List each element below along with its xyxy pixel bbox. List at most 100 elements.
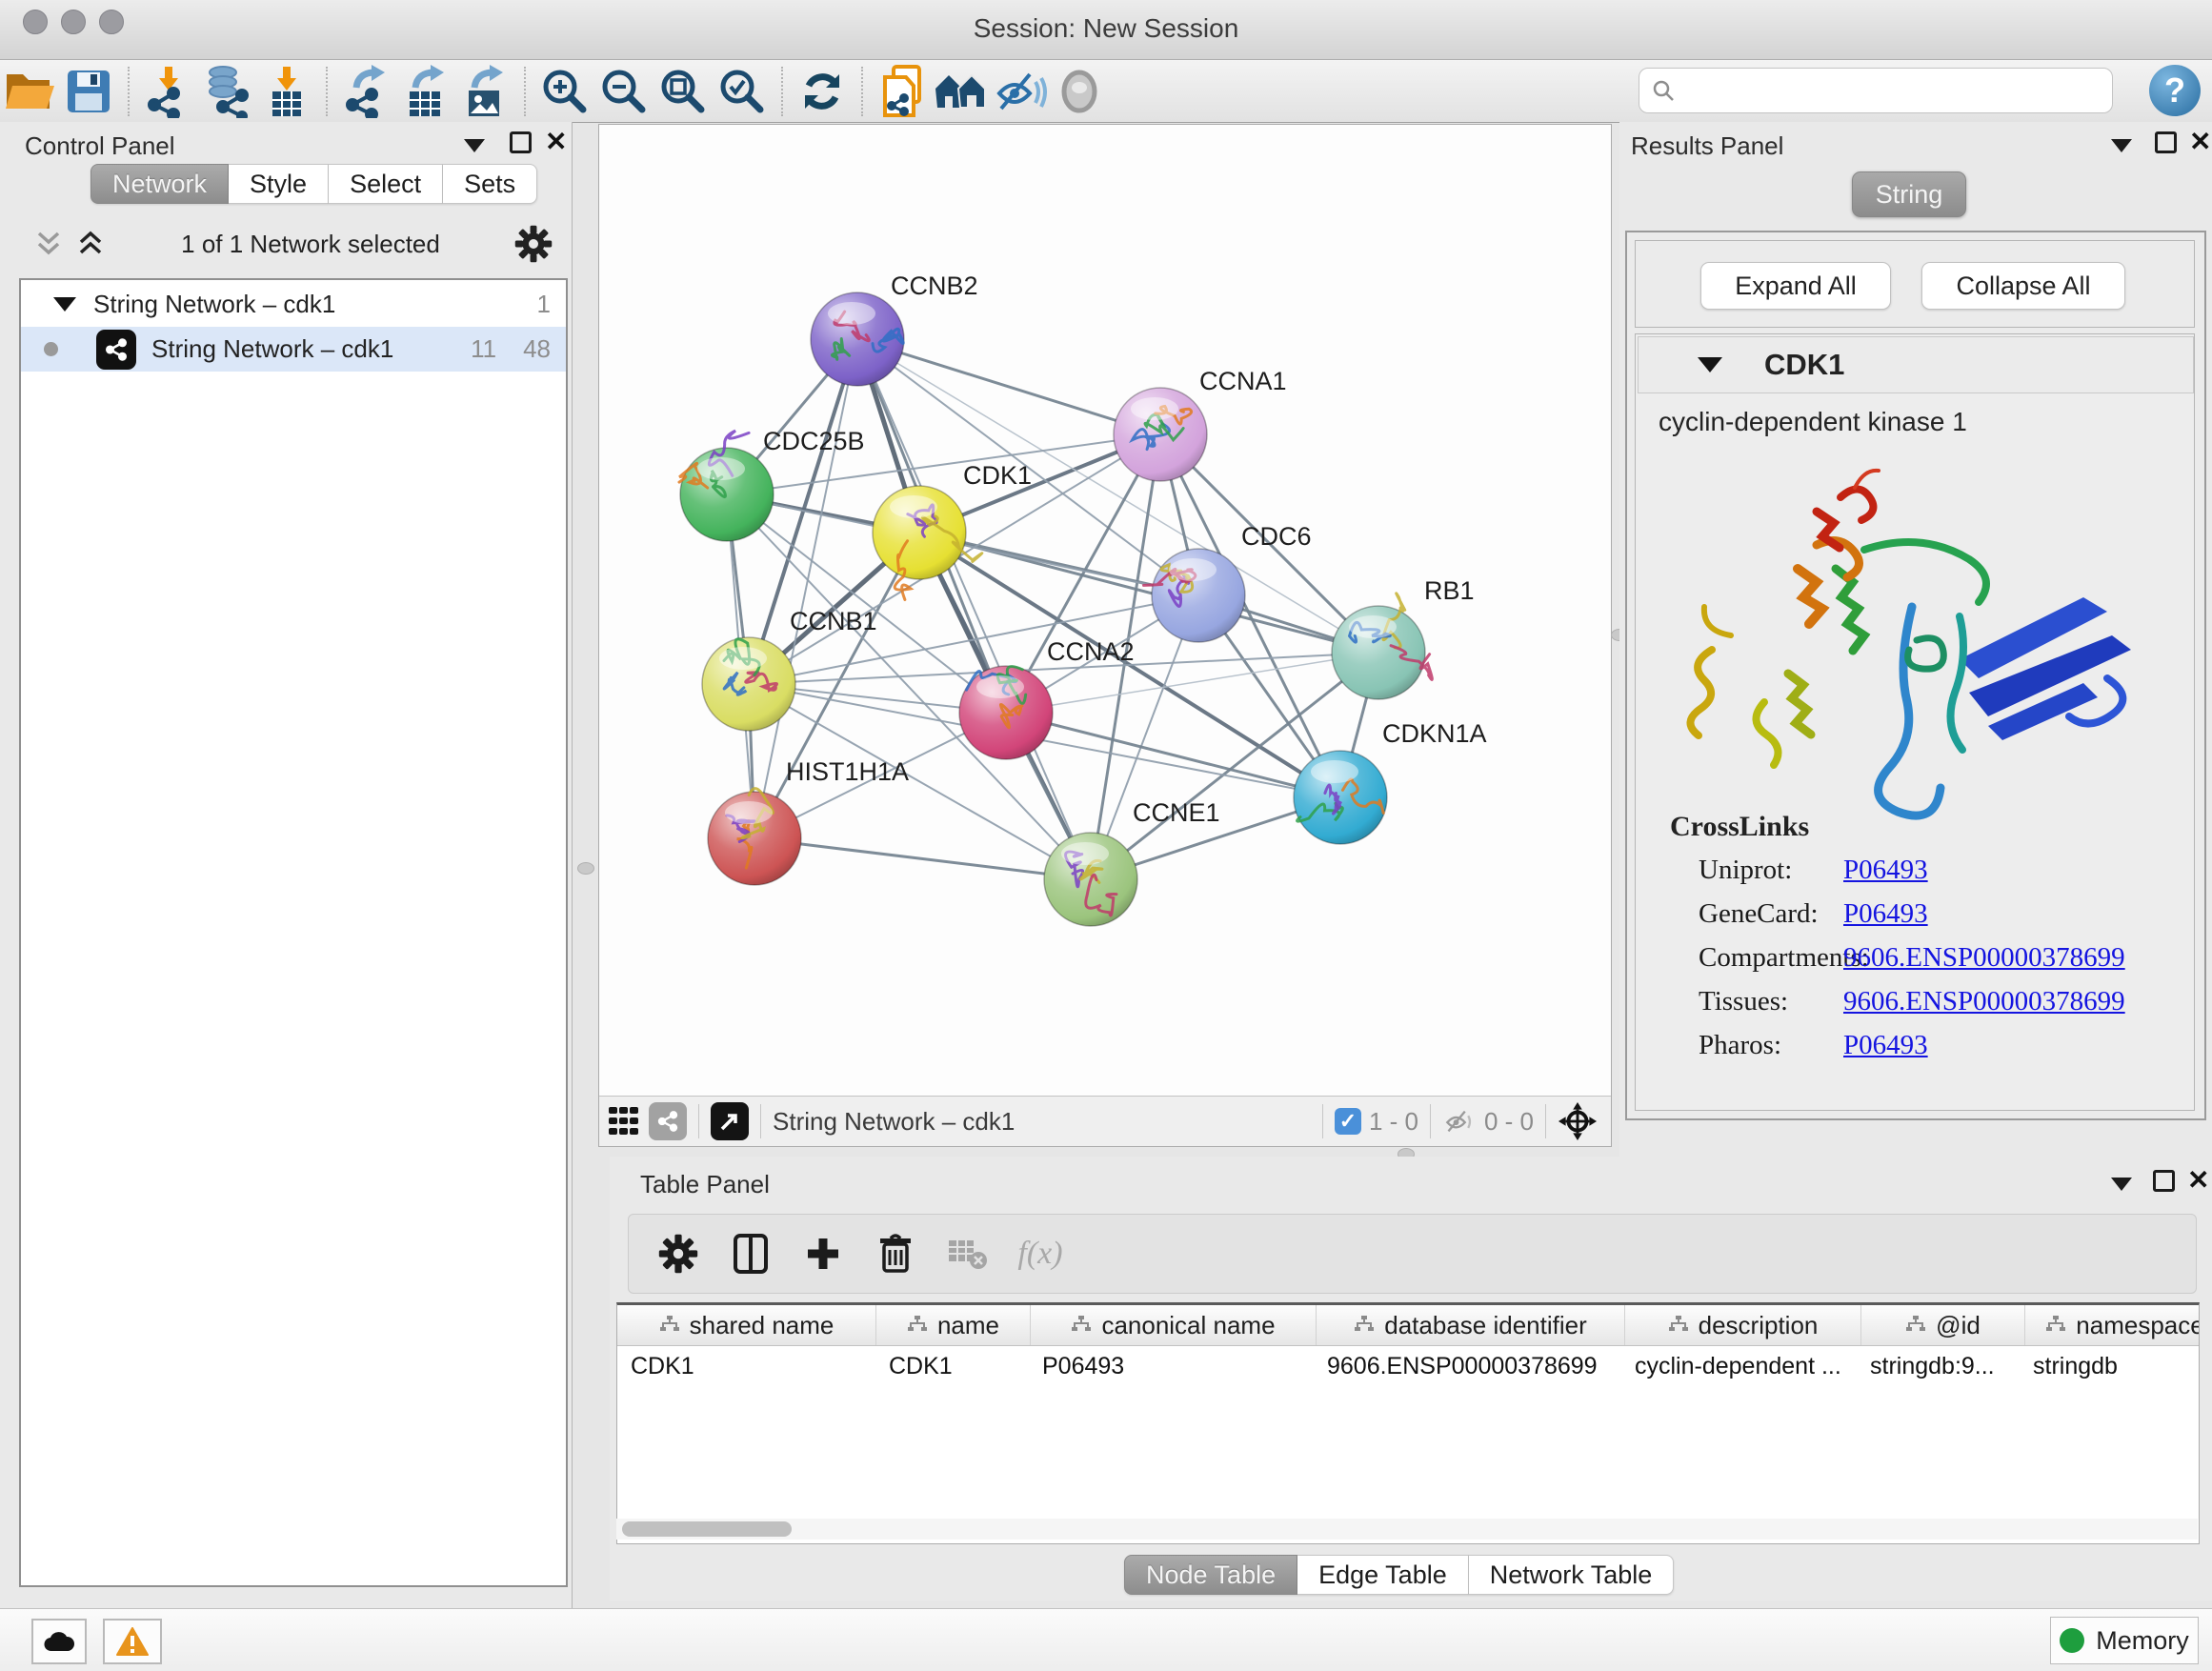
control-panel-close-icon[interactable]: ✕ (545, 130, 567, 154)
open-in-new-window-icon[interactable] (711, 1102, 749, 1140)
memory-button[interactable]: Memory (2050, 1617, 2199, 1664)
node-entry-header[interactable]: CDK1 (1638, 336, 2194, 393)
network-node-RB1[interactable]: RB1 (1332, 576, 1475, 699)
network-canvas[interactable]: CCNB2CCNA1CDC25BCDK1CDC6RB1CCNB1CCNA2CDK… (599, 125, 1609, 1095)
search-input[interactable] (1676, 70, 2112, 111)
network-node-CCNB1[interactable]: CCNB1 (702, 607, 877, 731)
zoom-selected-icon[interactable] (713, 65, 772, 118)
crosslink-link[interactable]: P06493 (1843, 898, 1928, 930)
selected-nodes-checkbox-icon[interactable]: ✓ (1335, 1108, 1361, 1135)
network-node-CCNE1[interactable]: CCNE1 (1044, 798, 1220, 926)
tree-expander-icon[interactable] (53, 297, 76, 312)
cell-id[interactable]: stringdb:9... (1857, 1346, 2020, 1386)
network-node-count: 11 (471, 334, 496, 364)
entry-collapse-caret-icon[interactable] (1698, 357, 1722, 372)
zoom-fit-content-icon[interactable] (654, 65, 713, 118)
entry-description: cyclin-dependent kinase 1 (1659, 407, 1967, 437)
collapse-all-button[interactable]: Collapse All (1921, 262, 2125, 310)
column-header-id[interactable]: @id (1861, 1305, 2025, 1345)
table-panel-float-icon[interactable] (2153, 1170, 2175, 1192)
results-panel-title: Results Panel (1631, 131, 1783, 161)
toolbar-separator (524, 67, 526, 116)
column-header-name[interactable]: name (876, 1305, 1031, 1345)
table-row[interactable]: CDK1 CDK1 P06493 9606.ENSP00000378699 cy… (617, 1346, 2199, 1386)
tab-edge-table[interactable]: Edge Table (1297, 1555, 1469, 1595)
tab-node-table[interactable]: Node Table (1124, 1555, 1297, 1595)
control-panel-float-icon[interactable] (510, 131, 532, 153)
cell-namespace[interactable]: stringdb (2020, 1346, 2200, 1386)
column-header-description[interactable]: description (1625, 1305, 1861, 1345)
results-panel-float-icon[interactable] (2155, 131, 2177, 153)
table-horizontal-scrollbar[interactable] (616, 1519, 2198, 1540)
table-panel-menu-caret-icon[interactable] (2111, 1178, 2132, 1191)
show-hide-graphics-details-icon[interactable] (932, 65, 991, 118)
cell-shared-name[interactable]: CDK1 (617, 1346, 875, 1386)
export-image-icon[interactable] (455, 65, 514, 118)
left-splitter-handle[interactable] (577, 862, 594, 875)
table-tabs: Node Table Edge Table Network Table (1124, 1555, 1674, 1595)
control-panel-tabs: Network Style Select Sets (90, 164, 537, 204)
crosslink-link[interactable]: 9606.ENSP00000378699 (1843, 986, 2125, 1017)
refresh-icon[interactable] (793, 65, 852, 118)
results-buttons-box: Expand All Collapse All (1635, 240, 2195, 328)
collapse-all-chevron-icon[interactable] (32, 230, 65, 258)
cell-description[interactable]: cyclin-dependent ... (1621, 1346, 1857, 1386)
zoom-out-icon[interactable] (594, 65, 654, 118)
network-birdseye-icon[interactable] (649, 1102, 687, 1140)
results-panel-menu-caret-icon[interactable] (2111, 139, 2132, 152)
results-panel-close-icon[interactable]: ✕ (2189, 130, 2211, 154)
table-panel-close-icon[interactable]: ✕ (2187, 1168, 2209, 1193)
warnings-button[interactable] (103, 1619, 162, 1664)
network-node-CDC25B[interactable]: CDC25B (679, 427, 865, 541)
import-table-from-file-icon[interactable] (257, 65, 316, 118)
tab-style[interactable]: Style (229, 164, 329, 204)
view-grid-icon[interactable] (599, 1095, 649, 1148)
zoom-in-icon[interactable] (535, 65, 594, 118)
string-results-container: Expand All Collapse All CDK1 cyclin-depe… (1625, 231, 2206, 1120)
crosslink-link[interactable]: P06493 (1843, 855, 1928, 886)
column-header-namespace[interactable]: namespace (2025, 1305, 2200, 1345)
column-header-canonical-name[interactable]: canonical name (1031, 1305, 1317, 1345)
expand-all-button[interactable]: Expand All (1700, 262, 1891, 310)
delete-column-icon[interactable] (859, 1227, 932, 1280)
open-session-icon[interactable] (0, 65, 59, 118)
control-panel-menu-caret-icon[interactable] (464, 139, 485, 152)
crosslink-link[interactable]: P06493 (1843, 1030, 1928, 1061)
show-columns-icon[interactable] (714, 1227, 787, 1280)
crosslink-link[interactable]: 9606.ENSP00000378699 (1843, 942, 2125, 974)
cell-canonical-name[interactable]: P06493 (1029, 1346, 1314, 1386)
tab-sets[interactable]: Sets (443, 164, 537, 204)
cloud-status-button[interactable] (31, 1619, 87, 1664)
window-title: Session: New Session (0, 13, 2212, 44)
hide-panel-eye-icon[interactable] (991, 65, 1050, 118)
add-column-icon[interactable] (787, 1227, 859, 1280)
cell-database-identifier[interactable]: 9606.ENSP00000378699 (1314, 1346, 1621, 1386)
tab-select[interactable]: Select (329, 164, 443, 204)
scrollbar-thumb[interactable] (622, 1521, 792, 1537)
expand-all-chevron-icon[interactable] (74, 230, 107, 258)
tab-string[interactable]: String (1852, 171, 1966, 217)
network-options-gear-icon[interactable] (514, 225, 553, 263)
toolbar-separator (128, 67, 130, 116)
network-node-CCNA1[interactable]: CCNA1 (1114, 367, 1287, 481)
save-session-icon[interactable] (59, 65, 118, 118)
export-network-icon[interactable] (337, 65, 396, 118)
network-node-CDKN1A[interactable]: CDKN1A (1294, 719, 1487, 844)
cell-name[interactable]: CDK1 (875, 1346, 1029, 1386)
network-collection-row[interactable]: String Network – cdk1 1 (21, 282, 566, 327)
table-options-gear-icon[interactable] (642, 1227, 714, 1280)
pan-crosshair-icon[interactable] (1558, 1101, 1598, 1141)
network-row-selected[interactable]: String Network – cdk1 11 48 (21, 327, 566, 372)
network-node-HIST1H1A[interactable]: HIST1H1A (708, 757, 909, 885)
import-network-from-database-icon[interactable] (198, 65, 257, 118)
search-field[interactable] (1639, 68, 2113, 113)
column-header-database-identifier[interactable]: database identifier (1317, 1305, 1625, 1345)
import-network-from-file-icon[interactable] (139, 65, 198, 118)
tab-network-table[interactable]: Network Table (1469, 1555, 1675, 1595)
tab-network[interactable]: Network (90, 164, 229, 204)
help-icon[interactable]: ? (2149, 65, 2201, 116)
export-table-icon[interactable] (396, 65, 455, 118)
column-header-shared-name[interactable]: shared name (617, 1305, 876, 1345)
search-icon (1651, 78, 1676, 103)
copy-network-style-icon[interactable] (873, 65, 932, 118)
